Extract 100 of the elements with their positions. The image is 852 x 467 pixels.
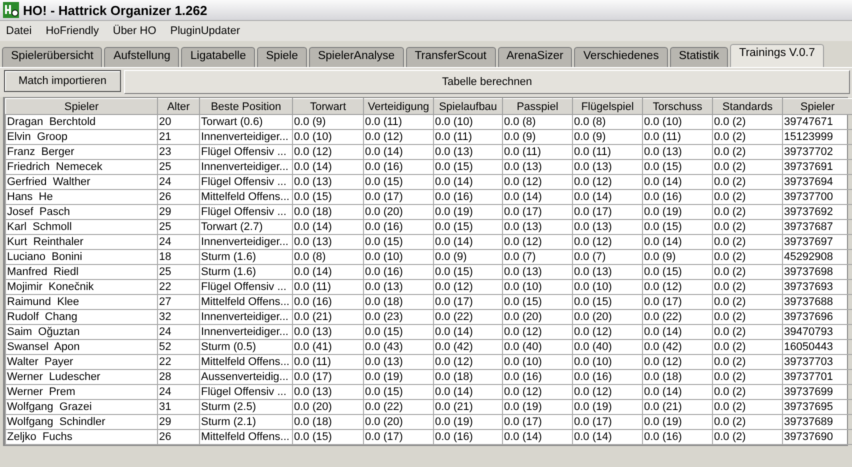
table-cell: Hans He (6, 190, 158, 204)
table-cell: 0.0 (2) (712, 130, 782, 144)
table-cell: 22 (158, 280, 200, 294)
table-cell: 0.0 (19) (502, 400, 572, 414)
table-cell: 0.0 (19) (642, 414, 712, 430)
tab[interactable]: ArenaSizer (498, 47, 572, 67)
table-cell: 0.0 (13) (572, 160, 642, 174)
table-cell: Werner Ludescher (6, 370, 158, 384)
table-cell: 0.0 (18) (364, 294, 434, 310)
column-header[interactable]: Passpiel (502, 98, 572, 114)
table-cell: 0.0 (15) (364, 384, 434, 400)
column-header[interactable]: Torschuss (642, 98, 712, 114)
table-cell: Sturm (1.6) (200, 264, 292, 280)
table-cell: 39737691 (782, 160, 852, 174)
menu-item[interactable]: PluginUpdater (170, 25, 240, 37)
table-cell: 0.0 (15) (434, 220, 502, 234)
table-cell: Mittelfeld Offens... (200, 190, 292, 204)
table-cell: 0.0 (19) (434, 414, 502, 430)
table-cell: 0.0 (10) (572, 280, 642, 294)
table-cell: 0.0 (41) (292, 340, 364, 354)
table-cell: Saim Oğuztan (6, 324, 158, 340)
column-header[interactable]: Spielaufbau (434, 98, 502, 114)
menu-item[interactable]: Datei (6, 25, 32, 37)
table-cell: Raimund Klee (6, 294, 158, 310)
table-cell: 0.0 (17) (364, 190, 434, 204)
tab[interactable]: Ligatabelle (181, 47, 256, 67)
table-cell: 0.0 (2) (712, 220, 782, 234)
calculate-button[interactable]: Tabelle berechnen (124, 70, 850, 94)
table-cell: 0.0 (12) (502, 324, 572, 340)
table-cell: 0.0 (15) (572, 294, 642, 310)
column-header[interactable]: Standards (712, 98, 782, 114)
import-button[interactable]: Match importieren (4, 70, 121, 92)
table-cell: 0.0 (18) (642, 370, 712, 384)
table-cell: 24 (158, 384, 200, 400)
menu-item[interactable]: HoFriendly (46, 25, 99, 37)
table-cell: 0.0 (15) (364, 234, 434, 250)
column-header[interactable]: Torwart (292, 98, 364, 114)
column-header[interactable]: Spieler (782, 98, 852, 114)
table-cell: Sturm (2.5) (200, 400, 292, 414)
tab[interactable]: Spiele (257, 47, 307, 67)
table-cell: Aussenverteidig... (200, 370, 292, 384)
table-cell: 0.0 (2) (712, 354, 782, 370)
column-header[interactable]: Flügelspiel (572, 98, 642, 114)
tab[interactable]: TransferScout (406, 47, 496, 67)
table-cell: 0.0 (16) (434, 190, 502, 204)
table-cell: Friedrich Nemecek (6, 160, 158, 174)
table-cell: 0.0 (14) (502, 190, 572, 204)
table-cell: 39737700 (782, 190, 852, 204)
tab[interactable]: Trainings V.0.7 (730, 44, 824, 67)
table-cell: 0.0 (13) (364, 280, 434, 294)
table-cell: 0.0 (12) (642, 354, 712, 370)
table-cell: 45292908 (782, 250, 852, 264)
table-cell: 0.0 (17) (642, 294, 712, 310)
table-cell: 0.0 (11) (572, 144, 642, 160)
table-cell: 39737701 (782, 370, 852, 384)
app-logo-icon (3, 2, 19, 18)
table-cell: Manfred Riedl (6, 264, 158, 280)
table-cell: 0.0 (17) (572, 204, 642, 220)
tab[interactable]: Statistik (670, 47, 728, 67)
table-cell: 0.0 (17) (364, 430, 434, 444)
table-cell: 0.0 (2) (712, 324, 782, 340)
column-header[interactable]: Spieler (6, 98, 158, 114)
table-cell: 29 (158, 414, 200, 430)
column-header[interactable]: Verteidigung (364, 98, 434, 114)
table-cell: 0.0 (13) (642, 144, 712, 160)
table-cell: 0.0 (42) (434, 340, 502, 354)
column-header[interactable]: Alter (158, 98, 200, 114)
table-cell: Franz Berger (6, 144, 158, 160)
table-cell: 0.0 (14) (434, 234, 502, 250)
table-cell: 0.0 (10) (434, 114, 502, 130)
table-cell: 0.0 (10) (364, 250, 434, 264)
table-cell: 0.0 (40) (502, 340, 572, 354)
table-cell: 20 (158, 114, 200, 130)
table-cell: 0.0 (12) (502, 384, 572, 400)
table-cell: 0.0 (16) (292, 294, 364, 310)
table-cell: 28 (158, 370, 200, 384)
table-cell: 0.0 (13) (364, 354, 434, 370)
tab[interactable]: Aufstellung (104, 47, 180, 67)
table-cell: Gerfried Walther (6, 174, 158, 190)
table-cell: Karl Schmoll (6, 220, 158, 234)
table-cell: 0.0 (17) (502, 204, 572, 220)
table-cell: 0.0 (11) (364, 114, 434, 130)
table-cell: 0.0 (10) (572, 354, 642, 370)
table-cell: 39737697 (782, 234, 852, 250)
table-cell: 16050443 (782, 340, 852, 354)
table-cell: 0.0 (13) (502, 220, 572, 234)
table-cell: 39737693 (782, 280, 852, 294)
table-cell: Innenverteidiger... (200, 324, 292, 340)
table-cell: 22 (158, 354, 200, 370)
table-cell: 52 (158, 340, 200, 354)
table-cell: 24 (158, 324, 200, 340)
table-cell: 0.0 (14) (642, 384, 712, 400)
table-cell: 0.0 (14) (572, 430, 642, 444)
menu-item[interactable]: Über HO (112, 25, 156, 37)
table-cell: 0.0 (12) (572, 234, 642, 250)
table-cell: 0.0 (2) (712, 414, 782, 430)
column-header[interactable]: Beste Position (200, 98, 292, 114)
tab[interactable]: Verschiedenes (574, 47, 668, 67)
tab[interactable]: Spielerübersicht (2, 47, 102, 67)
tab[interactable]: SpielerAnalyse (308, 47, 404, 67)
